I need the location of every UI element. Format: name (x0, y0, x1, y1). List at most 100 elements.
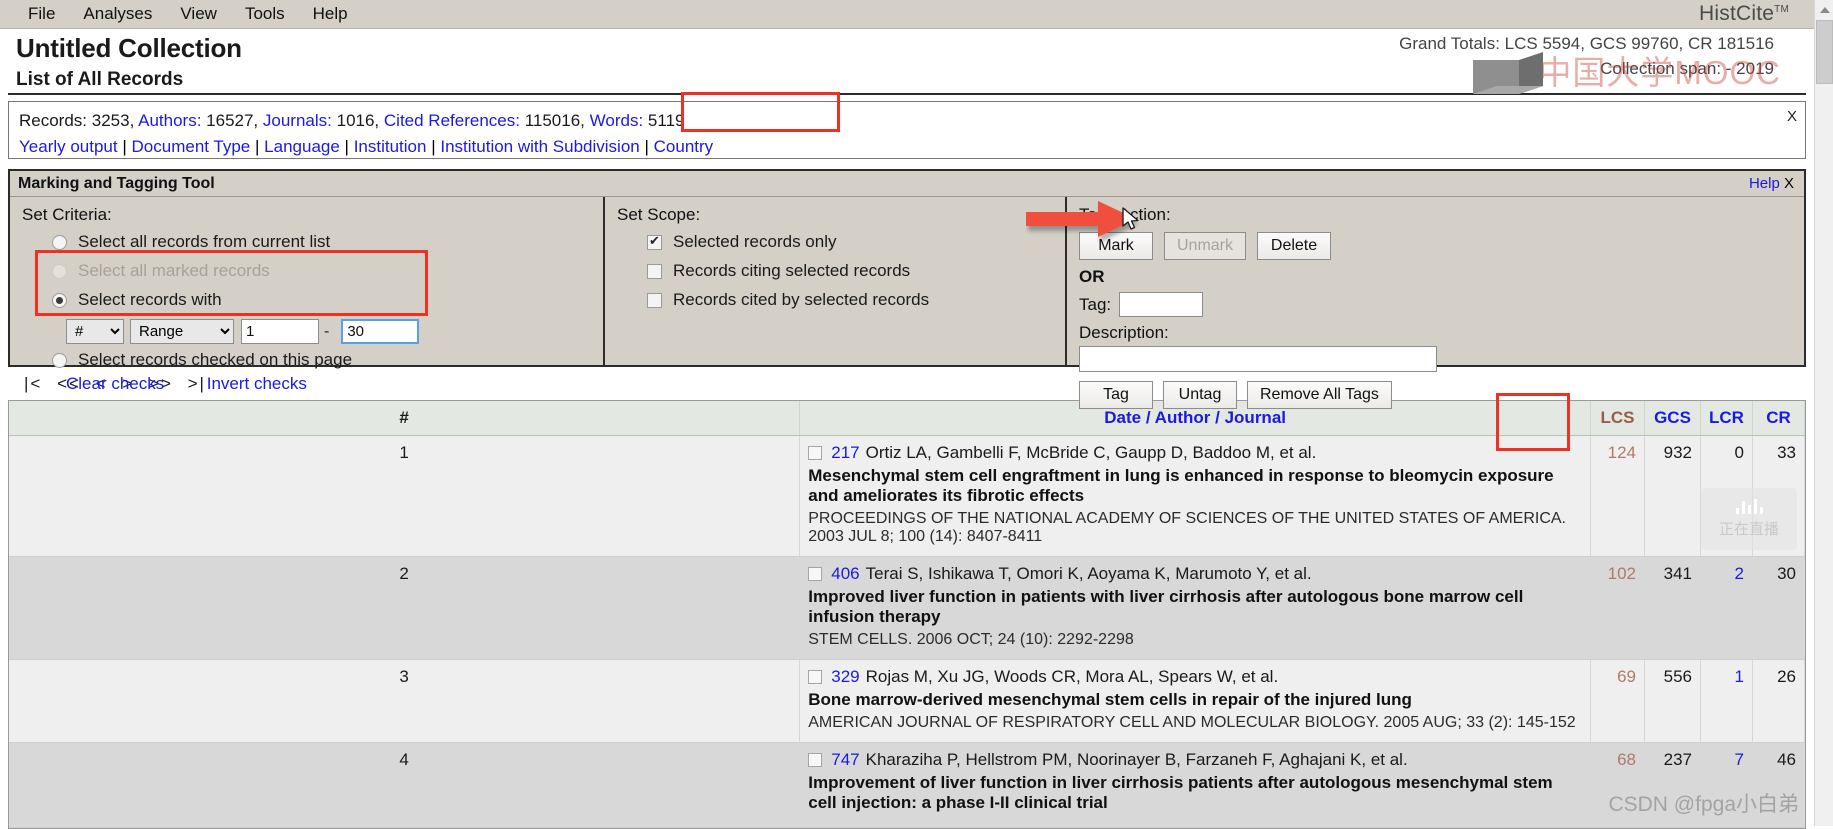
invert-checks-link[interactable]: Invert checks (207, 374, 307, 393)
checkbox-icon-cited-by[interactable] (647, 292, 662, 308)
row-source: PROCEEDINGS OF THE NATIONAL ACADEMY OF S… (808, 509, 1566, 545)
row-title[interactable]: Improvement of liver function in liver c… (808, 773, 1582, 813)
vertical-scrollbar[interactable] (1814, 0, 1833, 826)
row-record-id-link[interactable]: 217 (831, 443, 859, 463)
radio-label-records-with: Select records with (78, 290, 222, 309)
row-lcr-value[interactable]: 2 (1700, 556, 1753, 660)
row-title[interactable]: Improved liver function in patients with… (808, 587, 1582, 627)
row-cr-value: 30 (1752, 556, 1805, 660)
row-source: AMERICAN JOURNAL OF RESPIRATORY CELL AND… (808, 713, 1576, 731)
menu-item-help[interactable]: Help (299, 2, 362, 26)
link-document-type[interactable]: Document Type (132, 137, 251, 156)
row-checkbox[interactable] (808, 445, 823, 460)
set-scope-heading: Set Scope: (617, 205, 701, 224)
row-title[interactable]: Mesenchymal stem cell engraftment in lun… (808, 466, 1582, 506)
sort-by-author-link[interactable]: Author (1155, 408, 1211, 427)
criteria-field-select[interactable]: # (66, 319, 124, 344)
words-link[interactable]: Words: (590, 111, 644, 130)
link-institution-subdivision[interactable]: Institution with Subdivision (440, 137, 639, 156)
records-summary-panel: Records: 3253, Authors: 16527, Journals:… (8, 101, 1806, 159)
menu-item-analyses[interactable]: Analyses (69, 2, 166, 26)
page-first-button[interactable]: |< (24, 374, 42, 393)
collection-span-text: Collection span: - 2019 (1600, 58, 1774, 78)
tag-button[interactable]: Tag (1079, 381, 1153, 409)
pipe-5: | (644, 137, 649, 156)
table-row[interactable]: 2 406 Terai S, Ishikawa T, Omori K, Aoya… (9, 556, 1805, 660)
menu-item-file[interactable]: File (14, 2, 69, 26)
grand-totals-text: Grand Totals: LCS 5594, GCS 99760, CR 18… (1399, 34, 1774, 53)
row-checkbox[interactable] (808, 752, 823, 767)
range-to-input[interactable] (341, 319, 420, 344)
take-action-heading: Take Action: (1079, 205, 1171, 224)
radio-icon-records-with[interactable] (52, 292, 67, 308)
journals-link[interactable]: Journals: (263, 111, 332, 130)
radio-icon-checked-on-page[interactable] (52, 352, 67, 368)
remove-all-tags-button[interactable]: Remove All Tags (1247, 381, 1392, 409)
records-table-body: 1 217 Ortiz LA, Gambelli F, McBride C, G… (9, 435, 1805, 828)
row-record-cell: 217 Ortiz LA, Gambelli F, McBride C, Gau… (799, 435, 1591, 557)
close-icon[interactable]: X (1787, 108, 1797, 125)
table-row[interactable]: 4 747 Kharaziha P, Hellstrom PM, Noorina… (9, 742, 1805, 828)
scrollbar-thumb[interactable] (1816, 20, 1833, 84)
link-institution[interactable]: Institution (354, 137, 427, 156)
table-row[interactable]: 1 217 Ortiz LA, Gambelli F, McBride C, G… (9, 435, 1805, 557)
range-from-input[interactable] (241, 319, 319, 344)
row-authors-line: 747 Kharaziha P, Hellstrom PM, Noorinaye… (808, 750, 1582, 770)
row-lcr-value[interactable]: 7 (1700, 742, 1753, 828)
delete-button[interactable]: Delete (1257, 232, 1332, 260)
link-language[interactable]: Language (264, 137, 340, 156)
page-content: Untitled Collection List of All Records … (0, 29, 1814, 829)
cited-references-link[interactable]: Cited References: (384, 111, 520, 130)
grand-totals-block: Grand Totals: LCS 5594, GCS 99760, CR 18… (1399, 32, 1774, 81)
row-record-id-link[interactable]: 329 (831, 667, 859, 687)
row-record-cell: 747 Kharaziha P, Hellstrom PM, Noorinaye… (799, 742, 1591, 828)
authors-value: 16527, (206, 111, 259, 130)
row-number: 1 (9, 435, 801, 557)
sort-by-date-link[interactable]: Date (1104, 408, 1141, 427)
row-record-id-link[interactable]: 406 (831, 564, 859, 584)
row-checkbox[interactable] (808, 566, 823, 581)
criteria-mode-select[interactable]: Range (130, 319, 234, 344)
link-country[interactable]: Country (654, 137, 714, 156)
checkbox-label-selected-only: Selected records only (673, 232, 837, 251)
radio-select-records-with[interactable]: Select records with (52, 290, 591, 310)
table-row[interactable]: 3 329 Rojas M, Xu JG, Woods CR, Mora AL,… (9, 659, 1805, 743)
row-lcr-value[interactable]: 1 (1700, 659, 1753, 743)
brand-tm: TM (1774, 4, 1789, 15)
description-input[interactable] (1079, 346, 1437, 372)
row-gcs-value: 237 (1644, 742, 1701, 828)
header-divider (8, 93, 1806, 95)
scroll-up-arrow-icon[interactable] (1815, 0, 1833, 19)
sort-by-journal-link[interactable]: Journal (1225, 408, 1286, 427)
checkbox-icon-citing[interactable] (647, 263, 662, 279)
checkbox-selected-records-only[interactable]: Selected records only (647, 232, 1053, 252)
row-cr-value: 46 (1752, 742, 1805, 828)
authors-link[interactable]: Authors: (138, 111, 201, 130)
tag-buttons-row: Tag Untag Remove All Tags (1079, 381, 1792, 409)
untag-button[interactable]: Untag (1163, 381, 1237, 409)
marking-tool-columns: Set Criteria: Select all records from cu… (10, 197, 1804, 409)
menu-bar: File Analyses View Tools Help HistCiteTM (0, 0, 1833, 29)
marking-tool-close-icon[interactable]: X (1784, 175, 1794, 192)
row-lcs-value: 68 (1590, 742, 1645, 828)
radio-select-checked-on-page[interactable]: Select records checked on this page (52, 350, 591, 370)
unmark-button: Unmark (1164, 232, 1247, 260)
checkbox-records-citing[interactable]: Records citing selected records (647, 261, 1053, 281)
radio-select-all-current-list[interactable]: Select all records from current list (52, 232, 591, 252)
tag-input[interactable] (1119, 292, 1204, 317)
radio-icon-all-current[interactable] (52, 234, 67, 250)
records-value: 3253, (91, 111, 135, 130)
checkbox-records-cited-by[interactable]: Records cited by selected records (647, 290, 1053, 310)
checkbox-icon-selected-only[interactable] (647, 233, 662, 250)
menu-item-tools[interactable]: Tools (231, 2, 299, 26)
clear-checks-link[interactable]: Clear checks (66, 374, 164, 393)
row-checkbox[interactable] (808, 669, 823, 684)
sep-1: / (1145, 407, 1151, 427)
checkbox-label-cited-by: Records cited by selected records (673, 290, 930, 309)
row-record-id-link[interactable]: 747 (831, 750, 859, 770)
marking-tool-help-link[interactable]: Help (1749, 175, 1780, 192)
row-title[interactable]: Bone marrow-derived mesenchymal stem cel… (808, 690, 1582, 710)
menu-item-view[interactable]: View (166, 2, 231, 26)
action-buttons-row: Mark Unmark Delete (1079, 232, 1792, 260)
link-yearly-output[interactable]: Yearly output (19, 137, 118, 156)
